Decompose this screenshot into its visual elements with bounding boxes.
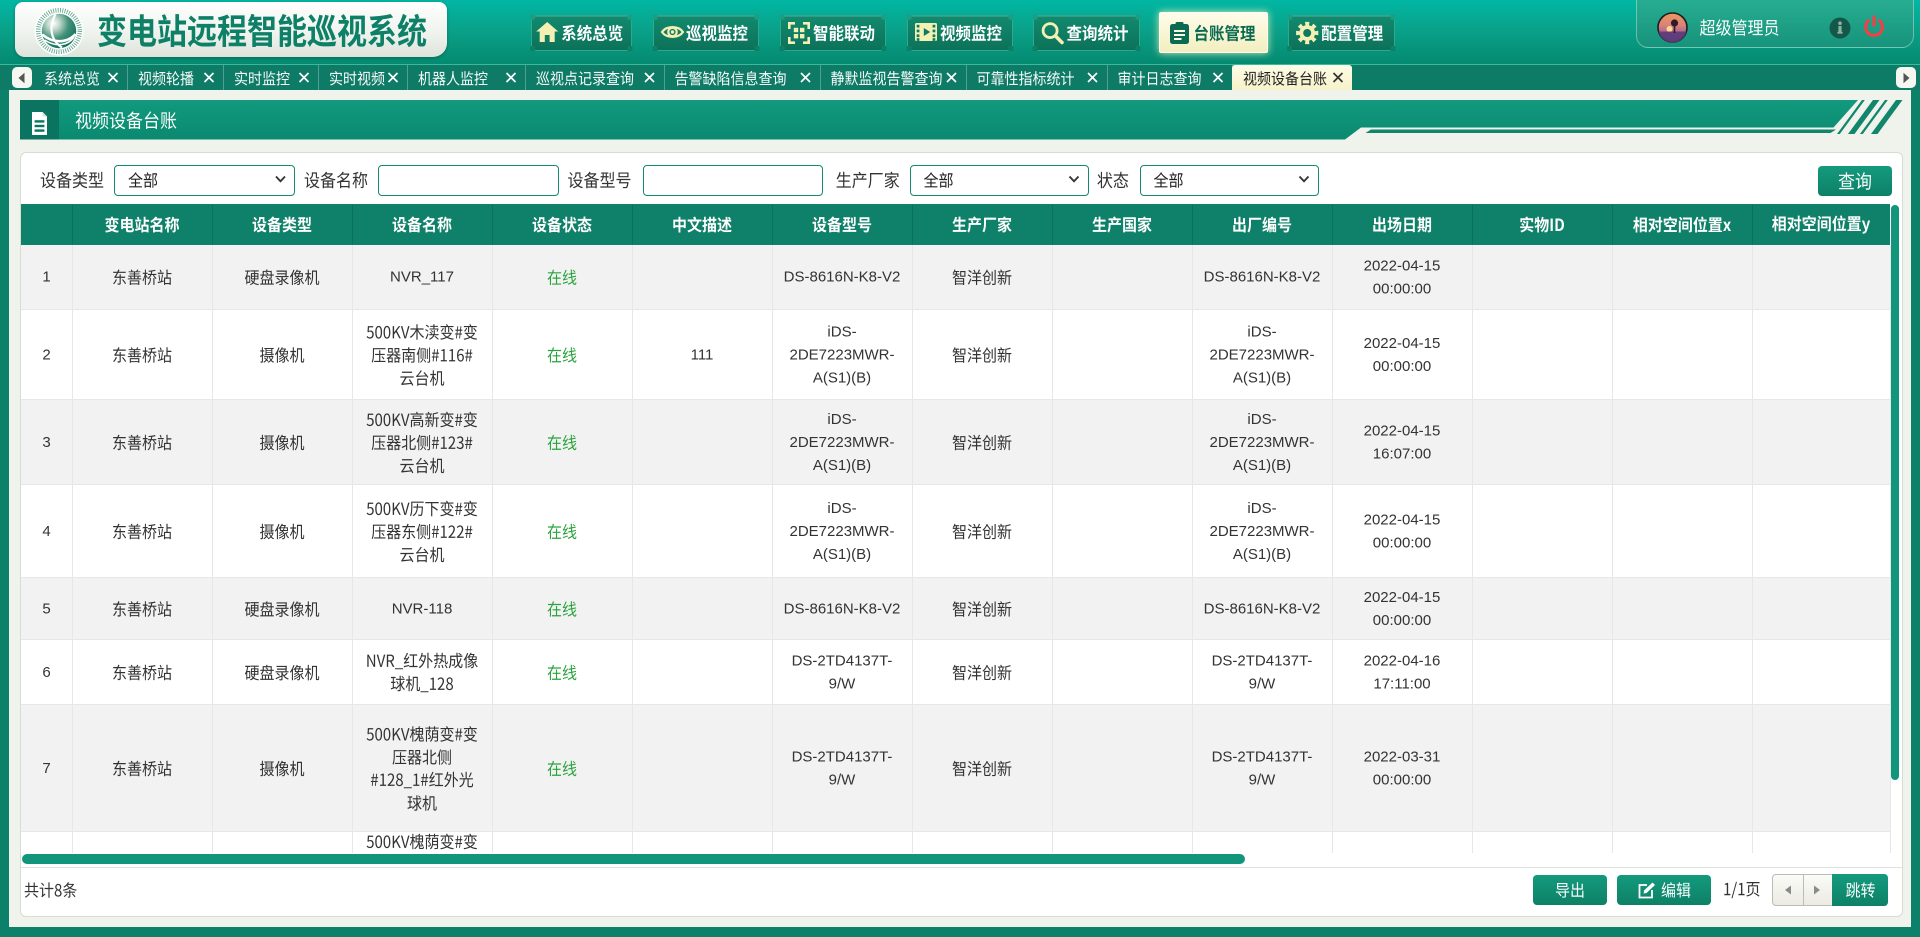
svg-text:DS-8616N-K8-V2: DS-8616N-K8-V2 xyxy=(1204,269,1321,286)
svg-text:iDS-: iDS- xyxy=(827,324,856,341)
svg-text:2022-04-16: 2022-04-16 xyxy=(1364,653,1441,670)
svg-text:2DE7223MWR-: 2DE7223MWR- xyxy=(1209,347,1314,364)
svg-text:6: 6 xyxy=(42,664,50,681)
svg-text:DS-2TD4137T-: DS-2TD4137T- xyxy=(792,653,893,670)
svg-text:A(S1)(B): A(S1)(B) xyxy=(813,546,871,563)
svg-text:A(S1)(B): A(S1)(B) xyxy=(1233,370,1291,387)
svg-text:5: 5 xyxy=(42,601,50,618)
svg-text:7: 7 xyxy=(42,760,50,777)
svg-text:9/W: 9/W xyxy=(829,772,857,789)
svg-text:9/W: 9/W xyxy=(829,676,857,693)
svg-text:iDS-: iDS- xyxy=(1247,500,1276,517)
svg-text:1: 1 xyxy=(42,269,50,286)
svg-text:DS-2TD4137T-: DS-2TD4137T- xyxy=(1212,749,1313,766)
svg-text:DS-2TD4137T-: DS-2TD4137T- xyxy=(792,749,893,766)
svg-text:16:07:00: 16:07:00 xyxy=(1373,446,1431,463)
svg-text:2022-04-15: 2022-04-15 xyxy=(1364,423,1441,440)
svg-text:iDS-: iDS- xyxy=(827,500,856,517)
svg-text:A(S1)(B): A(S1)(B) xyxy=(813,370,871,387)
svg-text:3: 3 xyxy=(42,434,50,451)
svg-text:9/W: 9/W xyxy=(1249,676,1277,693)
svg-text:00:00:00: 00:00:00 xyxy=(1373,358,1431,375)
svg-text:DS-2TD4137T-: DS-2TD4137T- xyxy=(1212,653,1313,670)
svg-text:2022-03-31: 2022-03-31 xyxy=(1364,749,1441,766)
svg-text:iDS-: iDS- xyxy=(827,411,856,428)
svg-text:9/W: 9/W xyxy=(1249,772,1277,789)
svg-text:A(S1)(B): A(S1)(B) xyxy=(1233,546,1291,563)
svg-text:00:00:00: 00:00:00 xyxy=(1373,612,1431,629)
svg-text:A(S1)(B): A(S1)(B) xyxy=(1233,457,1291,474)
svg-text:2DE7223MWR-: 2DE7223MWR- xyxy=(789,347,894,364)
svg-text:2: 2 xyxy=(42,347,50,364)
svg-text:00:00:00: 00:00:00 xyxy=(1373,772,1431,789)
svg-text:2022-04-15: 2022-04-15 xyxy=(1364,589,1441,606)
svg-text:00:00:00: 00:00:00 xyxy=(1373,280,1431,297)
svg-text:2DE7223MWR-: 2DE7223MWR- xyxy=(1209,434,1314,451)
svg-text:NVR_117: NVR_117 xyxy=(390,269,454,286)
svg-text:DS-8616N-K8-V2: DS-8616N-K8-V2 xyxy=(784,601,901,618)
svg-text:00:00:00: 00:00:00 xyxy=(1373,535,1431,552)
svg-text:2DE7223MWR-: 2DE7223MWR- xyxy=(789,434,894,451)
svg-text:NVR-118: NVR-118 xyxy=(392,601,453,618)
svg-text:2022-04-15: 2022-04-15 xyxy=(1364,512,1441,529)
svg-text:2DE7223MWR-: 2DE7223MWR- xyxy=(1209,523,1314,540)
svg-text:iDS-: iDS- xyxy=(1247,411,1276,428)
svg-text:A(S1)(B): A(S1)(B) xyxy=(813,457,871,474)
svg-text:4: 4 xyxy=(42,523,50,540)
svg-text:17:11:00: 17:11:00 xyxy=(1373,676,1430,693)
svg-text:2022-04-15: 2022-04-15 xyxy=(1364,257,1441,274)
svg-text:2DE7223MWR-: 2DE7223MWR- xyxy=(789,523,894,540)
svg-text:iDS-: iDS- xyxy=(1247,324,1276,341)
svg-text:DS-8616N-K8-V2: DS-8616N-K8-V2 xyxy=(1204,601,1321,618)
svg-text:2022-04-15: 2022-04-15 xyxy=(1364,335,1441,352)
svg-text:DS-8616N-K8-V2: DS-8616N-K8-V2 xyxy=(784,269,901,286)
svg-text:111: 111 xyxy=(691,347,714,364)
